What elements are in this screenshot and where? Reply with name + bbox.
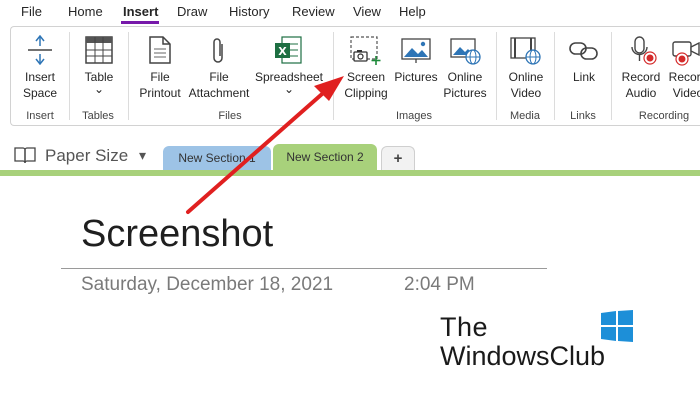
page-time: 2:04 PM	[404, 274, 475, 295]
group-label-media: Media	[510, 110, 540, 122]
group-label-files: Files	[218, 110, 242, 122]
insert-space-label-2: Space	[22, 86, 58, 100]
group-label-tables: Tables	[82, 110, 114, 122]
online-video-label-1: Online	[508, 70, 544, 84]
menu-view[interactable]: View	[353, 4, 381, 19]
svg-text:X: X	[278, 45, 287, 58]
ribbon-separator	[496, 32, 497, 120]
online-pictures-icon	[450, 38, 481, 65]
table-icon	[85, 36, 113, 64]
online-pictures-label-2: Pictures	[443, 86, 487, 100]
active-tab-indicator	[121, 21, 159, 24]
ribbon-separator	[554, 32, 555, 120]
file-printout-label-2: Printout	[139, 86, 181, 100]
record-audio-label-2: Audio	[625, 86, 657, 100]
file-printout-label-1: File	[150, 70, 170, 84]
menu-review[interactable]: Review	[292, 4, 335, 19]
notebook-name[interactable]: Paper Size	[45, 146, 128, 166]
notebook-caret-icon[interactable]: ▾	[139, 147, 146, 164]
record-audio-label-1: Record	[621, 70, 661, 84]
insert-space-icon	[28, 35, 52, 65]
online-pictures-label-1: Online	[447, 70, 483, 84]
chevron-down-icon: ⌄	[93, 82, 105, 96]
ribbon-separator	[69, 32, 70, 120]
notebook-icon[interactable]	[14, 146, 36, 164]
menu-insert[interactable]: Insert	[123, 4, 158, 19]
record-audio-icon	[631, 36, 657, 65]
online-video-label-2: Video	[510, 86, 542, 100]
ribbon-separator	[611, 32, 612, 120]
insert-space-label-1: Insert	[24, 70, 56, 84]
link-icon	[569, 42, 598, 60]
tab-new-section-2[interactable]: New Section 2	[273, 144, 377, 172]
section-color-strip	[0, 170, 700, 176]
menu-file[interactable]: File	[21, 4, 42, 19]
watermark-text-line1: The	[440, 312, 489, 342]
ribbon-separator	[333, 32, 334, 120]
pictures-icon	[401, 38, 431, 63]
windows-logo-icon	[601, 310, 633, 342]
menu-draw[interactable]: Draw	[177, 4, 207, 19]
menu-history[interactable]: History	[229, 4, 269, 19]
screen-clipping-label-1: Screen	[346, 70, 386, 84]
tab-new-section-1[interactable]: New Section 1	[163, 146, 271, 170]
watermark-text-line2: WindowsClub	[440, 341, 606, 371]
group-label-insert: Insert	[26, 110, 54, 122]
menu-home[interactable]: Home	[68, 4, 103, 19]
page-title[interactable]: Screenshot	[81, 213, 273, 256]
record-video-label-1: Record	[668, 70, 700, 84]
file-attachment-label-2: Attachment	[188, 86, 250, 100]
title-divider	[61, 268, 547, 269]
link-label: Link	[572, 70, 596, 84]
screen-clipping-label-2: Clipping	[344, 86, 388, 100]
group-label-links: Links	[570, 110, 596, 122]
file-printout-icon	[149, 36, 171, 64]
ribbon-separator	[128, 32, 129, 120]
group-label-recording: Recording	[638, 110, 690, 122]
excel-spreadsheet-icon: X	[275, 36, 302, 64]
chevron-down-icon: ⌄	[283, 82, 295, 96]
pictures-label: Pictures	[394, 70, 438, 84]
file-attachment-label-1: File	[209, 70, 229, 84]
menu-bar: File Home Insert Draw History Review Vie…	[0, 0, 700, 24]
record-video-label-2: Video	[672, 86, 700, 100]
menu-help[interactable]: Help	[399, 4, 426, 19]
online-video-icon	[510, 37, 541, 65]
paperclip-icon	[213, 38, 223, 63]
record-video-icon	[672, 41, 700, 66]
page-date: Saturday, December 18, 2021	[81, 274, 334, 295]
screen-clipping-icon	[350, 36, 381, 65]
add-section-button[interactable]: +	[381, 146, 415, 170]
group-label-images: Images	[395, 110, 433, 122]
